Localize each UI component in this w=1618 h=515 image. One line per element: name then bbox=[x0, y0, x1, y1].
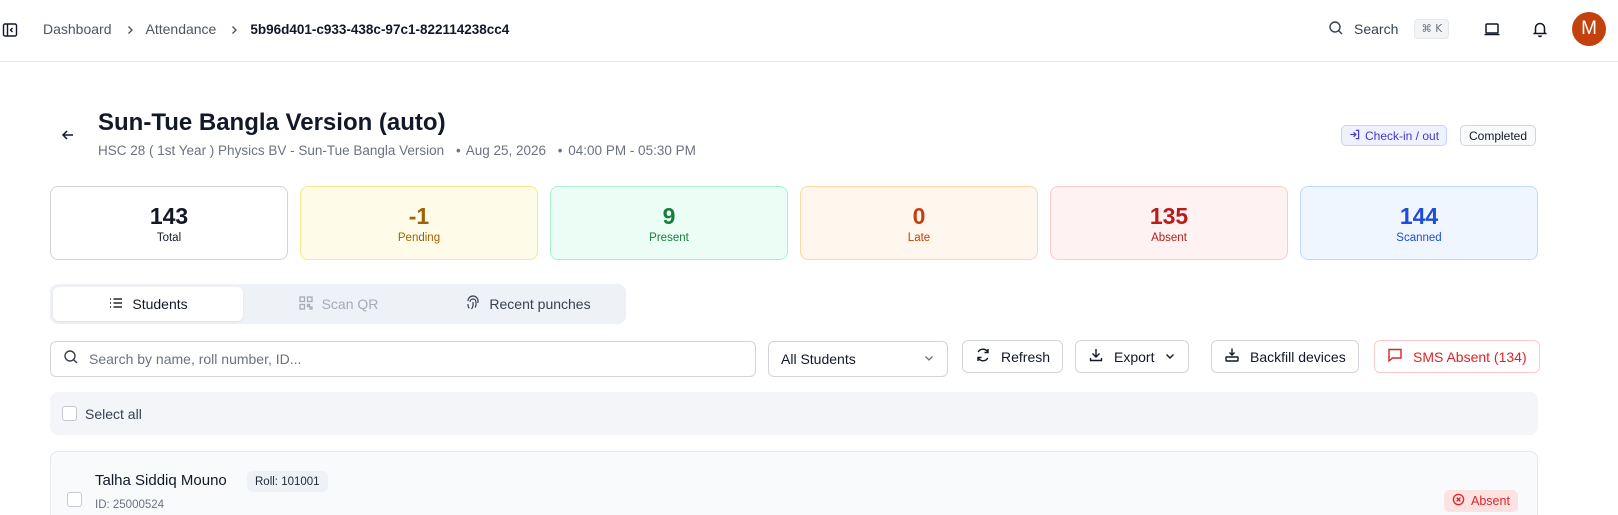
chevron-right-icon bbox=[228, 23, 240, 35]
sms-absent-label: SMS Absent (134) bbox=[1413, 348, 1527, 365]
log-in-icon bbox=[1349, 129, 1360, 143]
tab-students[interactable]: Students bbox=[53, 287, 243, 321]
breadcrumb-attendance[interactable]: Attendance bbox=[146, 21, 217, 37]
laptop-icon[interactable] bbox=[1482, 19, 1502, 39]
stat-label: Total bbox=[156, 232, 182, 244]
export-label: Export bbox=[1114, 348, 1155, 365]
tab-scan-qr[interactable]: Scan QR bbox=[243, 287, 433, 321]
stat-total: 143 Total bbox=[50, 186, 288, 260]
stat-value: 0 bbox=[912, 203, 926, 229]
mode-badge-label: Check-in / out bbox=[1365, 128, 1440, 143]
stat-present: 9 Present bbox=[550, 186, 788, 260]
stat-absent: 135 Absent bbox=[1050, 186, 1288, 260]
select-all-bar: Select all bbox=[50, 392, 1538, 435]
search-input[interactable] bbox=[89, 351, 729, 367]
status-badge: Completed bbox=[1460, 125, 1537, 146]
student-search bbox=[50, 341, 756, 377]
list-item[interactable]: Talha Siddiq Mouno Roll: 101001 ID: 2500… bbox=[50, 451, 1538, 515]
inbox-download-icon bbox=[1224, 347, 1240, 366]
select-all-checkbox[interactable] bbox=[62, 406, 77, 421]
stat-label: Absent bbox=[1151, 232, 1187, 244]
backfill-devices-button[interactable]: Backfill devices bbox=[1211, 340, 1359, 373]
stat-value: -1 bbox=[408, 203, 430, 229]
view-tabs: Students Scan QR Recent punches bbox=[50, 284, 626, 324]
separator-dot: • bbox=[455, 143, 461, 158]
search-icon bbox=[63, 349, 79, 370]
breadcrumb-current: 5b96d401-c933-438c-97c1-822114238cc4 bbox=[250, 21, 510, 37]
qr-code-icon bbox=[298, 295, 314, 314]
sidebar-toggle-icon[interactable] bbox=[2, 22, 18, 38]
student-name: Talha Siddiq Mouno bbox=[95, 472, 227, 489]
session-date: Aug 25, 2026 bbox=[465, 143, 547, 158]
download-icon bbox=[1088, 347, 1104, 366]
status-label: Absent bbox=[1471, 494, 1510, 508]
backfill-label: Backfill devices bbox=[1250, 348, 1346, 365]
breadcrumb: Dashboard Attendance 5b96d401-c933-438c-… bbox=[43, 0, 509, 58]
stat-value: 143 bbox=[149, 203, 189, 229]
chevron-right-icon bbox=[124, 23, 136, 35]
export-button[interactable]: Export bbox=[1075, 340, 1190, 373]
mode-badge: Check-in / out bbox=[1341, 125, 1448, 146]
page-title: Sun-Tue Bangla Version (auto) bbox=[98, 109, 446, 136]
top-bar: Dashboard Attendance 5b96d401-c933-438c-… bbox=[0, 0, 1618, 62]
row-checkbox[interactable] bbox=[67, 492, 82, 507]
stat-late: 0 Late bbox=[800, 186, 1038, 260]
shortcut-hint: ⌘ K bbox=[1414, 19, 1450, 39]
search-icon bbox=[1328, 20, 1344, 39]
roll-badge: Roll: 101001 bbox=[247, 471, 328, 492]
stat-value: 9 bbox=[662, 203, 676, 229]
stat-pending: -1 Pending bbox=[300, 186, 538, 260]
search-label: Search bbox=[1354, 21, 1399, 37]
stat-label: Late bbox=[907, 232, 931, 244]
refresh-icon bbox=[975, 347, 991, 366]
stat-scanned: 144 Scanned bbox=[1300, 186, 1538, 260]
sms-absent-button[interactable]: SMS Absent (134) bbox=[1374, 340, 1540, 373]
avatar[interactable]: M bbox=[1572, 12, 1606, 46]
back-arrow-icon[interactable] bbox=[58, 125, 78, 145]
global-search-button[interactable]: Search ⌘ K bbox=[1328, 14, 1450, 44]
message-square-icon bbox=[1387, 347, 1403, 366]
select-all-label: Select all bbox=[85, 405, 142, 422]
chevron-down-icon bbox=[923, 351, 935, 367]
student-filter-select[interactable]: All Students bbox=[768, 341, 948, 377]
session-time: 04:00 PM - 05:30 PM bbox=[568, 143, 696, 158]
x-circle-icon bbox=[1452, 493, 1465, 509]
tab-label: Students bbox=[132, 296, 188, 312]
refresh-button[interactable]: Refresh bbox=[962, 340, 1064, 373]
breadcrumb-dashboard[interactable]: Dashboard bbox=[43, 21, 112, 37]
stat-value: 135 bbox=[1149, 203, 1189, 229]
student-id: ID: 25000524 bbox=[95, 499, 165, 511]
stat-label: Scanned bbox=[1396, 232, 1442, 244]
session-subtitle: HSC 28 ( 1st Year ) Physics BV - Sun-Tue… bbox=[98, 143, 696, 158]
bell-icon[interactable] bbox=[1530, 19, 1550, 39]
stat-value: 144 bbox=[1399, 203, 1439, 229]
course-name: HSC 28 ( 1st Year ) Physics BV - Sun-Tue… bbox=[98, 143, 445, 158]
filter-value: All Students bbox=[781, 351, 856, 367]
status-badge: Absent bbox=[1444, 490, 1518, 512]
separator-dot: • bbox=[557, 143, 563, 158]
refresh-label: Refresh bbox=[1001, 348, 1051, 365]
stat-label: Pending bbox=[397, 232, 441, 244]
stat-label: Present bbox=[649, 232, 689, 244]
fingerprint-icon bbox=[465, 294, 481, 314]
chevron-down-icon bbox=[1164, 349, 1176, 365]
tab-recent-punches[interactable]: Recent punches bbox=[433, 287, 623, 321]
list-icon bbox=[108, 295, 124, 314]
tab-label: Recent punches bbox=[489, 296, 591, 312]
stats-grid: 143 Total -1 Pending 9 Present 0 Late 13… bbox=[50, 186, 1538, 260]
tab-label: Scan QR bbox=[321, 296, 379, 312]
